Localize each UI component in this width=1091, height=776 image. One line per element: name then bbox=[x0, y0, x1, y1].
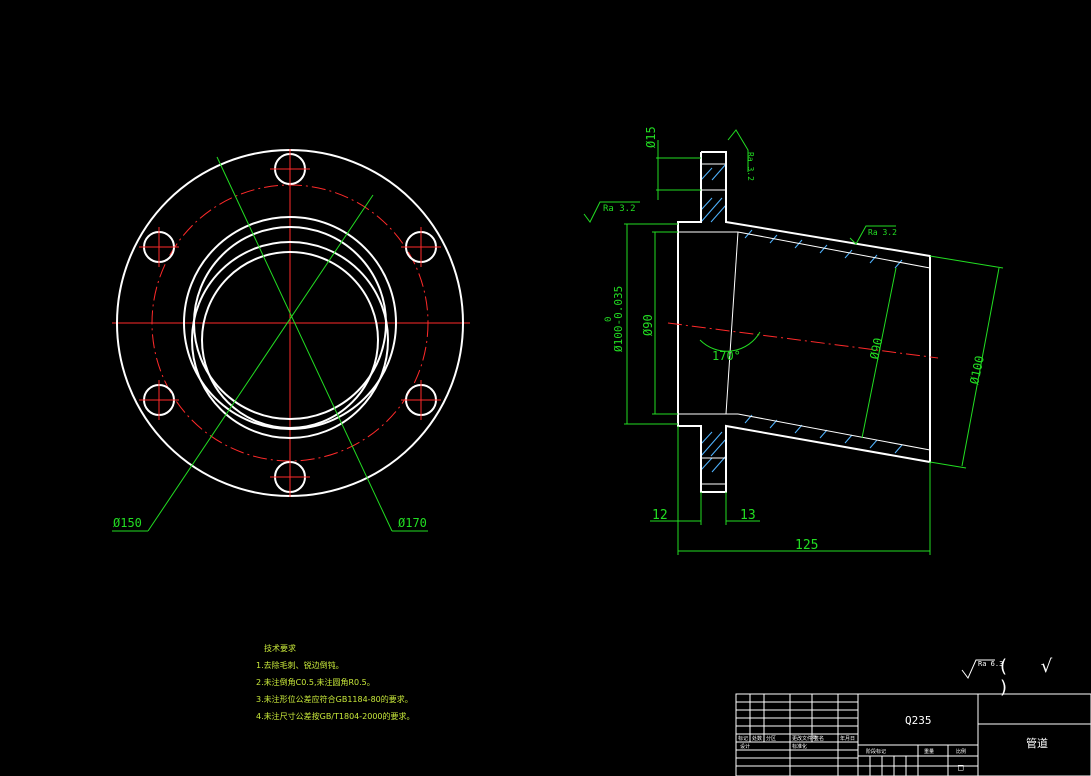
svg-text:Ra 3.2: Ra 3.2 bbox=[868, 228, 897, 237]
svg-text:阶段标记: 阶段标记 bbox=[866, 748, 886, 755]
section-axis-centerline bbox=[667, 322, 939, 359]
dim-150-label: Ø150 bbox=[113, 516, 142, 530]
dim-150-leader bbox=[147, 194, 374, 532]
title-block-frame bbox=[735, 693, 1091, 776]
technical-note-item: 1.去除毛刺、锐边倒钝。 bbox=[256, 661, 344, 670]
svg-text:签名: 签名 bbox=[814, 735, 824, 742]
svg-text:重量: 重量 bbox=[924, 748, 934, 755]
bore-transition-line bbox=[725, 231, 739, 415]
technical-notes-title: 技术要求 bbox=[264, 644, 296, 653]
surface-finish-symbol: Ra 6.3 bbox=[961, 659, 1003, 679]
dim-125-label: 125 bbox=[795, 538, 818, 553]
roughness-symbol-1: Ra 3.2 bbox=[583, 201, 640, 223]
svg-text:分区: 分区 bbox=[766, 735, 776, 742]
title-block: Q235 管道 标记 处数 分区 更改文件号 签名 年月日 设计 标准化 阶段标… bbox=[735, 693, 1091, 776]
roughness-symbol-3: Ra 3.2 bbox=[849, 225, 897, 245]
svg-text:标准化: 标准化 bbox=[792, 743, 807, 750]
svg-text:比例: 比例 bbox=[956, 748, 966, 755]
dim-12-label: 12 bbox=[652, 508, 668, 523]
part-name-label: 管道 bbox=[1026, 736, 1048, 750]
section-view: Ø15 Ø100-0.035 0 Ø90 170° Ø90 Ø100 12 13 bbox=[583, 126, 1004, 555]
svg-text:Ra 3.2: Ra 3.2 bbox=[746, 152, 755, 181]
svg-text:Ra 3.2: Ra 3.2 bbox=[603, 204, 636, 214]
technical-notes: 技术要求 1.去除毛刺、锐边倒钝。 2.未注倒角C0.5,未注圆角R0.5。 3… bbox=[256, 640, 415, 725]
svg-text:处数: 处数 bbox=[752, 735, 762, 742]
svg-text:标记: 标记 bbox=[738, 735, 748, 742]
technical-note-item: 4.未注尺寸公差按GB/T1804-2000的要求。 bbox=[256, 712, 415, 721]
svg-text:年月日: 年月日 bbox=[840, 735, 855, 742]
cad-drawing: Ø150 Ø170 Ø15 Ø100-0.035 0 Ø90 170° Ø90 … bbox=[112, 126, 1091, 776]
surface-finish-bracket: ( √ ) bbox=[1000, 656, 1067, 698]
dim-pipe-od-label: Ø100 bbox=[967, 354, 987, 385]
dim-170-label: Ø170 bbox=[398, 516, 427, 530]
svg-text:设计: 设计 bbox=[740, 743, 750, 750]
stage-mark: □ bbox=[958, 763, 964, 773]
dim-flange-tol-upper: 0 bbox=[604, 317, 614, 322]
roughness-symbol-2: Ra 3.2 bbox=[727, 129, 755, 181]
technical-note-item: 2.未注倒角C0.5,未注圆角R0.5。 bbox=[256, 678, 375, 687]
dim-pipe-id-label: Ø90 bbox=[867, 336, 885, 360]
technical-note-item: 3.未注形位公差应符合GB1184-80的要求。 bbox=[256, 695, 413, 704]
dim-hole-label: Ø15 bbox=[644, 126, 658, 148]
pipe-inner-top bbox=[737, 231, 931, 269]
front-view: Ø150 Ø170 bbox=[112, 149, 470, 532]
dim-bore-label: Ø90 bbox=[641, 314, 655, 336]
part-outline bbox=[677, 151, 931, 493]
material-label: Q235 bbox=[905, 714, 932, 727]
dim-13-label: 13 bbox=[740, 508, 756, 523]
dim-angle-label: 170° bbox=[712, 349, 741, 363]
